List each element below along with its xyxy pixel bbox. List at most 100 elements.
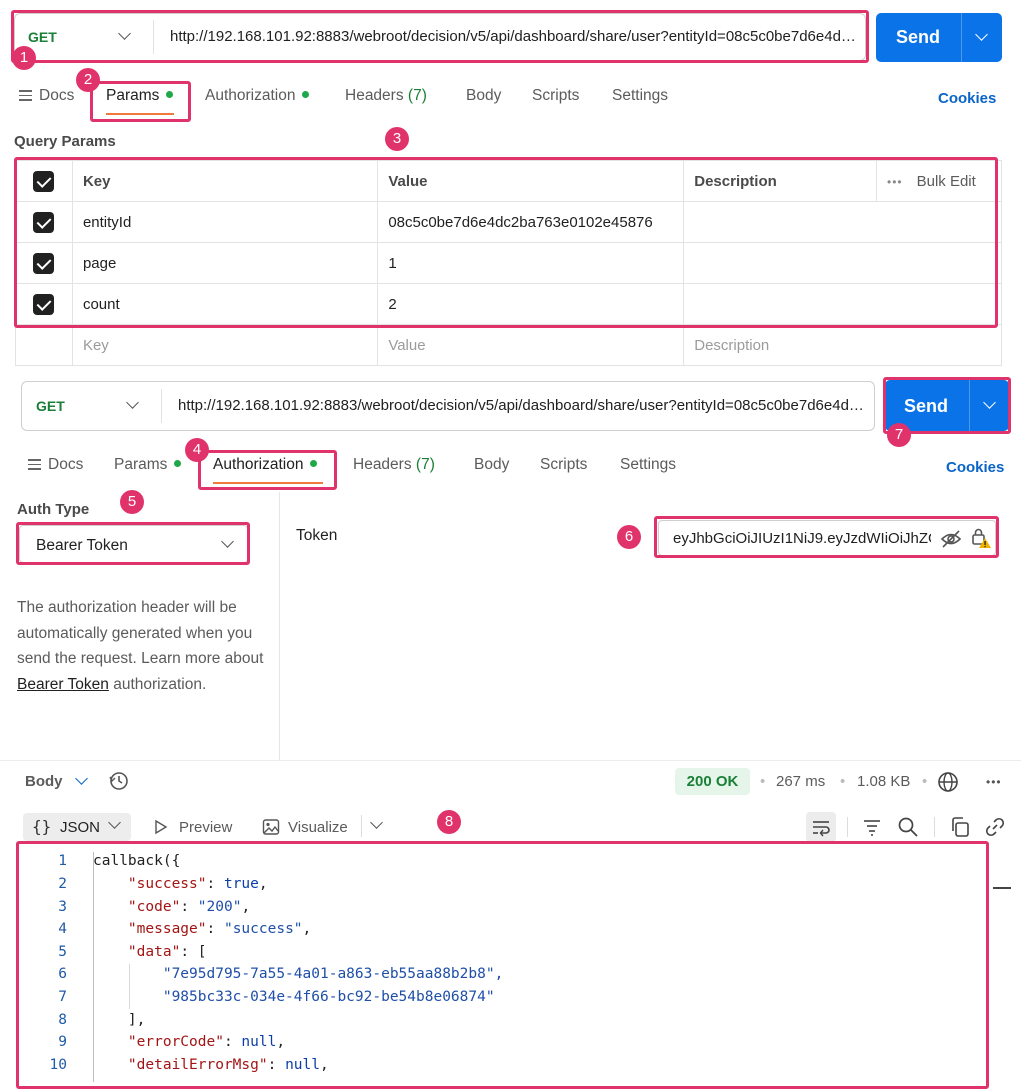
- chevron-down-icon[interactable]: [75, 772, 88, 785]
- token-field[interactable]: eyJhbGciOiJIUzI1NiJ9.eyJzdWIiOiJhZG1pbiJ…: [658, 520, 996, 556]
- tab-params[interactable]: Params: [114, 456, 182, 474]
- divider: [961, 13, 962, 62]
- response-body-label[interactable]: Body: [25, 773, 63, 790]
- history-icon[interactable]: [108, 770, 130, 792]
- image-icon: [262, 819, 280, 835]
- json-value: "success": [223, 921, 303, 937]
- tab-docs[interactable]: Docs: [39, 87, 74, 105]
- tab-settings[interactable]: Settings: [612, 87, 668, 105]
- lock-warning-icon[interactable]: [970, 527, 992, 549]
- braces-icon: {}: [32, 817, 52, 836]
- copy-icon[interactable]: [949, 816, 971, 838]
- step-badge: 3: [385, 127, 409, 151]
- divider: [153, 20, 154, 54]
- cookies-link[interactable]: Cookies: [938, 90, 996, 107]
- param-description[interactable]: [683, 242, 1002, 284]
- send-label: Send: [896, 27, 941, 47]
- select-all-checkbox[interactable]: [33, 170, 55, 192]
- column-key-header: Key: [71, 160, 379, 202]
- auth-type-label: Auth Type: [17, 501, 90, 518]
- table-row: entityId 08c5c0be7d6e4dc2ba763e0102e4587…: [15, 201, 1002, 243]
- auth-description-text: The authorization header will be automat…: [17, 599, 264, 667]
- docs-icon: [19, 90, 32, 104]
- step-badge: 4: [185, 438, 209, 462]
- row-checkbox[interactable]: [33, 211, 55, 233]
- tab-label: Headers: [345, 87, 404, 104]
- tab-params[interactable]: Params: [106, 87, 174, 105]
- tab-scripts[interactable]: Scripts: [532, 87, 579, 105]
- response-divider: [0, 760, 1021, 761]
- globe-icon[interactable]: [937, 771, 959, 793]
- json-key: "message": [127, 921, 207, 937]
- cookies-link[interactable]: Cookies: [946, 459, 1004, 476]
- description-placeholder[interactable]: Description: [683, 324, 1002, 366]
- bearer-token-link[interactable]: Bearer Token: [17, 676, 109, 693]
- line-number: 3: [58, 899, 67, 915]
- preview-button[interactable]: Preview: [179, 819, 232, 836]
- value-placeholder[interactable]: Value: [377, 324, 685, 366]
- line-number: 4: [58, 921, 67, 937]
- response-time: 267 ms: [776, 773, 826, 790]
- tab-scripts[interactable]: Scripts: [540, 456, 587, 474]
- divider: [969, 380, 970, 431]
- query-params-title: Query Params: [14, 133, 116, 150]
- headers-count: (7): [415, 456, 435, 473]
- tab-docs[interactable]: Docs: [48, 456, 83, 474]
- tab-headers[interactable]: Headers (7): [353, 456, 435, 474]
- headers-count: (7): [407, 87, 427, 104]
- param-key[interactable]: entityId: [71, 201, 379, 243]
- json-key: "code": [127, 899, 181, 915]
- code-line: "data": [: [127, 944, 207, 960]
- url-input[interactable]: http://192.168.101.92:8883/webroot/decis…: [170, 28, 858, 45]
- search-icon[interactable]: [897, 816, 919, 838]
- tab-authorization[interactable]: Authorization: [205, 87, 310, 105]
- line-number: 1: [58, 853, 67, 869]
- key-placeholder[interactable]: Key: [71, 324, 379, 366]
- more-icon[interactable]: •••: [986, 775, 1002, 789]
- tab-settings[interactable]: Settings: [620, 456, 676, 474]
- link-icon[interactable]: [984, 816, 1006, 838]
- token-label: Token: [296, 527, 338, 544]
- json-value: "200": [197, 899, 242, 915]
- json-key: "success": [127, 876, 207, 892]
- response-size: 1.08 KB: [857, 773, 911, 790]
- row-check-cell: [15, 242, 73, 284]
- separator-dot: •: [840, 773, 846, 790]
- method-select[interactable]: GET: [28, 29, 57, 45]
- step-badge: 6: [617, 525, 641, 549]
- code-line: "985bc33c-034e-4f66-bc92-be54b8e06874": [93, 989, 495, 1005]
- more-icon[interactable]: •••: [887, 175, 903, 189]
- row-checkbox[interactable]: [33, 293, 55, 315]
- param-key[interactable]: page: [71, 242, 379, 284]
- code-line: callback({: [93, 853, 181, 869]
- code-line: "detailErrorMsg": null,: [127, 1057, 329, 1073]
- url-input[interactable]: http://192.168.101.92:8883/webroot/decis…: [178, 397, 866, 414]
- param-key[interactable]: count: [71, 283, 379, 325]
- tab-label: Params: [114, 456, 168, 473]
- param-value[interactable]: 08c5c0be7d6e4dc2ba763e0102e45876: [377, 201, 685, 243]
- row-checkbox[interactable]: [33, 252, 55, 274]
- token-input[interactable]: eyJhbGciOiJIUzI1NiJ9.eyJzdWIiOiJhZG1pbiJ…: [673, 530, 931, 547]
- param-value[interactable]: 2: [377, 283, 685, 325]
- tab-body[interactable]: Body: [466, 87, 501, 105]
- select-all-cell: [15, 160, 73, 202]
- chevron-down-icon[interactable]: [370, 816, 383, 829]
- step-badge: 8: [437, 810, 461, 834]
- bulk-edit-button[interactable]: Bulk Edit: [917, 173, 976, 190]
- eye-off-icon[interactable]: [940, 529, 962, 549]
- filter-icon[interactable]: [862, 817, 882, 837]
- tab-authorization[interactable]: Authorization: [213, 456, 318, 474]
- param-value[interactable]: 1: [377, 242, 685, 284]
- active-tab-indicator: [106, 113, 174, 115]
- tab-headers[interactable]: Headers (7): [345, 87, 427, 105]
- tab-body[interactable]: Body: [474, 456, 509, 474]
- table-row: count 2: [15, 283, 1002, 325]
- method-select[interactable]: GET: [36, 398, 65, 414]
- visualize-button[interactable]: Visualize: [288, 819, 348, 836]
- row-check-cell: [15, 201, 73, 243]
- json-key: "data": [127, 944, 181, 960]
- param-description[interactable]: [683, 283, 1002, 325]
- step-badge: 5: [120, 490, 144, 514]
- table-row: page 1: [15, 242, 1002, 284]
- param-description[interactable]: [683, 201, 1002, 243]
